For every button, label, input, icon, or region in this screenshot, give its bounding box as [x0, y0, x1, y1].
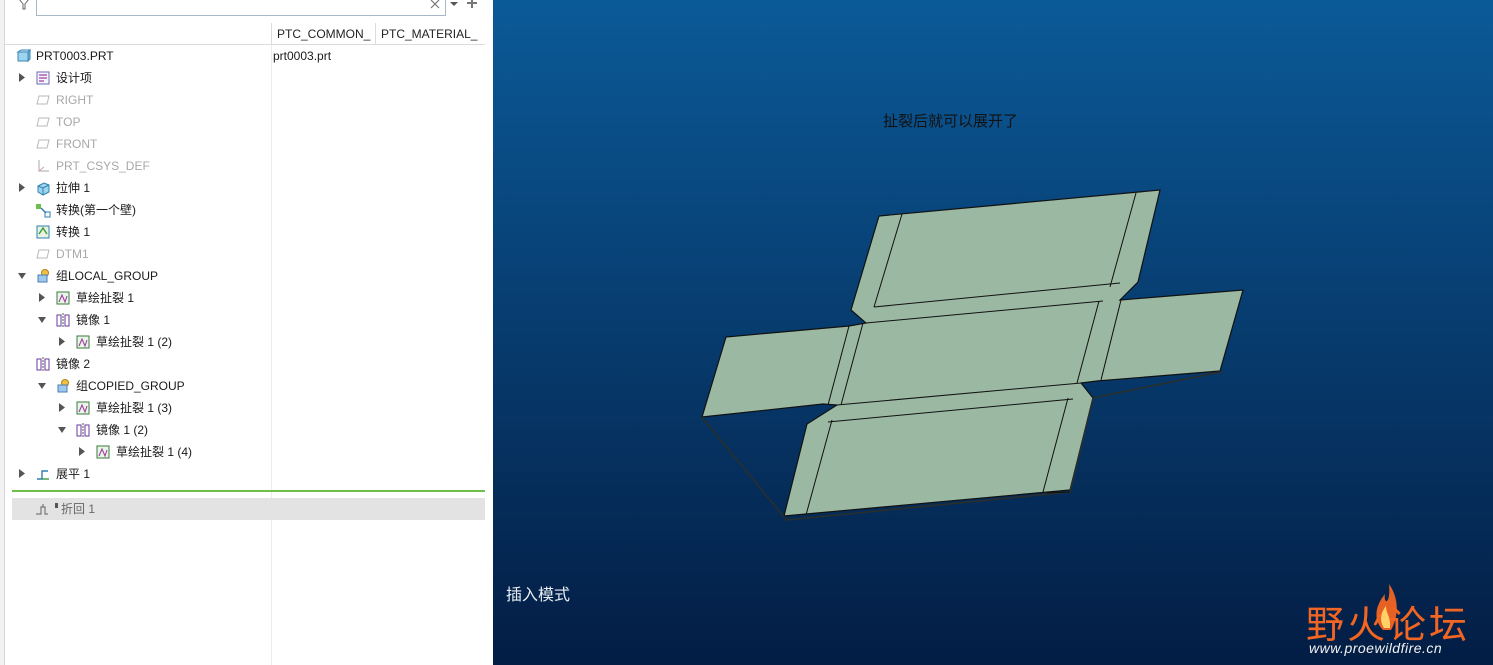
- datum-plane-icon: [36, 117, 50, 127]
- design-items-icon: [36, 71, 50, 85]
- expanded-arrow-icon[interactable]: [58, 425, 66, 434]
- tree-item[interactable]: 组LOCAL_GROUP: [0, 265, 490, 287]
- tree-search-bar: [5, 0, 492, 17]
- tree-column-headers: PTC_COMMON_ PTC_MATERIAL_: [5, 23, 485, 45]
- tree-item[interactable]: TOP: [0, 111, 490, 133]
- group-icon: [37, 269, 49, 283]
- plus-icon[interactable]: [466, 0, 478, 9]
- collapsed-arrow-icon[interactable]: [58, 337, 66, 346]
- tree-item[interactable]: 草绘扯裂 1 (3): [0, 397, 490, 419]
- tree-item-label: PRT0003.PRT: [36, 49, 114, 63]
- tree-item-label: TOP: [56, 115, 81, 129]
- tree-item-label: 转换(第一个壁): [56, 203, 136, 217]
- watermark-logo: 野火论坛 www.proewildfire.cn: [1303, 582, 1483, 662]
- tree-item-label: 转换 1: [56, 225, 91, 239]
- insert-mode-label: 插入模式: [506, 585, 571, 604]
- close-icon[interactable]: [428, 0, 442, 11]
- tree-item-bend-back[interactable]: 折回 1: [12, 498, 485, 520]
- flat-pattern-model[interactable]: [493, 0, 1493, 665]
- tree-item-label: 镜像 1: [76, 313, 111, 327]
- tree-item-label: PRT_CSYS_DEF: [56, 159, 150, 173]
- tree-item-label: 设计项: [56, 71, 93, 85]
- expanded-arrow-icon[interactable]: [38, 315, 46, 324]
- tree-item-label: 草绘扯裂 1 (4): [116, 445, 193, 459]
- tree-item-label: 组COPIED_GROUP: [76, 379, 185, 393]
- mirror-icon: [56, 313, 70, 328]
- filter-icon[interactable]: [17, 0, 31, 11]
- tree-item[interactable]: DTM1: [0, 243, 490, 265]
- watermark-url: www.proewildfire.cn: [1309, 640, 1443, 656]
- mirror-icon: [76, 423, 90, 438]
- insert-marker-icon: [55, 503, 58, 508]
- coordinate-system-icon: [38, 160, 49, 172]
- mirror-icon: [36, 357, 50, 372]
- unbend-icon: [37, 470, 49, 480]
- tree-item-label: 草绘扯裂 1 (3): [96, 401, 173, 415]
- tree-item-label: 折回 1: [61, 502, 96, 516]
- datum-plane-icon: [36, 249, 50, 259]
- tree-item-label: 草绘扯裂 1 (2): [96, 335, 173, 349]
- tree-item[interactable]: 设计项: [0, 67, 490, 89]
- tree-item[interactable]: 拉伸 1: [0, 177, 490, 199]
- tree-item-label: RIGHT: [56, 93, 94, 107]
- insert-here-marker[interactable]: [12, 490, 485, 492]
- tree-item[interactable]: 草绘扯裂 1 (4): [0, 441, 490, 463]
- tree-item[interactable]: 展平 1: [0, 463, 490, 485]
- tree-item[interactable]: 镜像 1: [0, 309, 490, 331]
- tree-item[interactable]: 镜像 2: [0, 353, 490, 375]
- tree-search-input[interactable]: [36, 0, 446, 16]
- group-icon: [57, 379, 69, 393]
- sketched-rip-icon: [96, 445, 110, 459]
- tree-item-label: 拉伸 1: [56, 181, 91, 195]
- chevron-down-icon[interactable]: [449, 0, 459, 9]
- tree-item[interactable]: PRT_CSYS_DEF: [0, 155, 490, 177]
- tree-item-label: FRONT: [56, 137, 98, 151]
- convert-first-wall-icon: [36, 204, 51, 218]
- tree-item[interactable]: 镜像 1 (2): [0, 419, 490, 441]
- datum-plane-icon: [36, 95, 50, 105]
- tree-item[interactable]: FRONT: [0, 133, 490, 155]
- tree-item[interactable]: 草绘扯裂 1: [0, 287, 490, 309]
- expanded-arrow-icon[interactable]: [18, 271, 26, 280]
- tree-item[interactable]: 组COPIED_GROUP: [0, 375, 490, 397]
- ptc-common-value: prt0003.prt: [273, 49, 332, 63]
- tree-item[interactable]: 转换 1: [0, 221, 490, 243]
- column-header-ptc-common[interactable]: PTC_COMMON_: [271, 23, 375, 45]
- tree-item[interactable]: 转换(第一个壁): [0, 199, 490, 221]
- tree-item-label: 镜像 1 (2): [96, 423, 149, 437]
- graphics-viewport[interactable]: 扯裂后就可以展开了 插入模式 野火论坛 www.proewildfire.cn: [493, 0, 1493, 665]
- tree-item-label: 展平 1: [56, 467, 91, 481]
- collapsed-arrow-icon[interactable]: [18, 73, 26, 82]
- collapsed-arrow-icon[interactable]: [58, 403, 66, 412]
- extrude-icon: [37, 182, 50, 196]
- sketched-rip-icon: [76, 401, 90, 415]
- tree-item-label: 镜像 2: [56, 357, 91, 371]
- tree-item-label: DTM1: [56, 247, 89, 261]
- convert-icon: [36, 225, 50, 239]
- tree-item[interactable]: 草绘扯裂 1 (2): [0, 331, 490, 353]
- viewport-note: 扯裂后就可以展开了: [883, 112, 1019, 130]
- collapsed-arrow-icon[interactable]: [38, 293, 46, 302]
- expanded-arrow-icon[interactable]: [38, 381, 46, 390]
- collapsed-arrow-icon[interactable]: [18, 183, 26, 192]
- datum-plane-icon: [36, 139, 50, 149]
- tree-item-root[interactable]: PRT0003.PRT prt0003.prt: [0, 45, 490, 67]
- column-header-ptc-material[interactable]: PTC_MATERIAL_: [375, 23, 483, 45]
- flat-pattern-faces: [701, 189, 1244, 521]
- collapsed-arrow-icon[interactable]: [78, 447, 86, 456]
- tree-item[interactable]: RIGHT: [0, 89, 490, 111]
- sketched-rip-icon: [76, 335, 90, 349]
- tree-item-label: 草绘扯裂 1: [76, 291, 135, 305]
- sheetmetal-face[interactable]: [701, 189, 1244, 517]
- bend-back-icon: [36, 504, 48, 515]
- sketched-rip-icon: [56, 291, 70, 305]
- tree-item-label: 组LOCAL_GROUP: [56, 269, 159, 283]
- model-tree-panel: PTC_COMMON_ PTC_MATERIAL_ PRT0003.PRT prt…: [0, 0, 492, 665]
- part-icon: [16, 48, 31, 63]
- collapsed-arrow-icon[interactable]: [18, 469, 26, 478]
